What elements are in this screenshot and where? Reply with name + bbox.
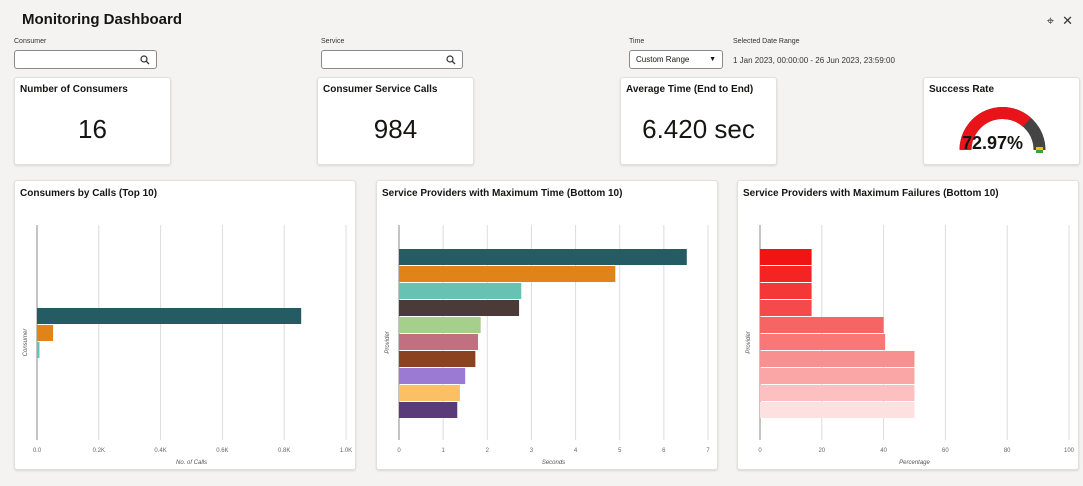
- close-icon[interactable]: ✕: [1062, 13, 1073, 29]
- bar[interactable]: [37, 308, 302, 324]
- bar[interactable]: [37, 342, 40, 358]
- x-tick-label: 2: [486, 448, 490, 454]
- bar[interactable]: [399, 385, 460, 401]
- kpi-card-success-rate: Success Rate 72.97%: [923, 77, 1080, 165]
- bar[interactable]: [37, 325, 54, 341]
- service-search-field[interactable]: [321, 50, 463, 69]
- bar[interactable]: [760, 334, 886, 350]
- bar[interactable]: [399, 317, 481, 333]
- bar[interactable]: [760, 402, 915, 418]
- kpi-card-average-time: Average Time (End to End) 6.420 sec: [620, 77, 777, 165]
- x-tick-label: 0.0: [33, 448, 42, 454]
- chart-card-max-time: Service Providers with Maximum Time (Bot…: [376, 180, 718, 470]
- bar[interactable]: [399, 351, 476, 367]
- x-tick-label: 0: [758, 448, 762, 454]
- bar[interactable]: [760, 385, 915, 401]
- x-tick-label: 7: [706, 448, 710, 454]
- chart-card-consumers-by-calls: Consumers by Calls (Top 10) 0.0 0.2K 0.4K 0…: [14, 180, 356, 470]
- x-tick-label: 1: [441, 448, 445, 454]
- x-tick-label: 0: [397, 448, 401, 454]
- x-tick-label: 1.0K: [340, 448, 352, 454]
- bar[interactable]: [760, 249, 812, 265]
- x-tick-label: 0.8K: [278, 448, 290, 454]
- window-controls: ⌖ ✕: [1047, 13, 1073, 29]
- x-tick-label: 0.6K: [216, 448, 228, 454]
- x-tick-label: 20: [818, 448, 825, 454]
- bar[interactable]: [760, 351, 915, 367]
- bar[interactable]: [399, 300, 520, 316]
- kpi-title: Consumer Service Calls: [323, 84, 438, 95]
- x-axis-label: Percentage: [899, 460, 930, 466]
- service-label: Service: [321, 38, 345, 45]
- chart-card-max-failures: Service Providers with Maximum Failures …: [737, 180, 1079, 470]
- kpi-value: 984: [373, 114, 418, 144]
- bar[interactable]: [760, 300, 812, 316]
- bar[interactable]: [399, 249, 687, 265]
- consumer-search-field[interactable]: [14, 50, 157, 69]
- gauge-yellow-mark: [1036, 147, 1043, 150]
- chart-max-time: 0 1 2 3 4 5 6 7 Seconds Provider: [385, 225, 710, 466]
- kpi-title: Average Time (End to End): [626, 84, 754, 95]
- x-tick-label: 60: [942, 448, 949, 454]
- bar[interactable]: [399, 283, 522, 299]
- search-icon[interactable]: [140, 54, 150, 65]
- caret-down-icon: ▼: [709, 56, 716, 63]
- date-range-value: 1 Jan 2023, 00:00:00 - 26 Jun 2023, 23:5…: [733, 56, 895, 65]
- x-tick-label: 5: [618, 448, 622, 454]
- date-range-label: Selected Date Range: [733, 38, 800, 45]
- bar[interactable]: [760, 283, 812, 299]
- gauge-green-mark: [1036, 150, 1043, 153]
- page-title: Monitoring Dashboard: [22, 11, 182, 28]
- x-tick-label: 80: [1004, 448, 1011, 454]
- kpi-value: 16: [78, 114, 107, 144]
- kpi-card-consumers: Number of Consumers 16: [14, 77, 171, 165]
- y-axis-label: Provider: [385, 330, 391, 353]
- x-tick-label: 4: [574, 448, 578, 454]
- y-axis-label: Consumer: [23, 328, 29, 357]
- x-axis-label: Seconds: [542, 460, 565, 466]
- x-tick-label: 6: [662, 448, 666, 454]
- bar[interactable]: [760, 317, 884, 333]
- kpi-title: Number of Consumers: [20, 84, 128, 95]
- search-icon[interactable]: [446, 54, 456, 65]
- bar[interactable]: [399, 402, 458, 418]
- collapse-icon[interactable]: ⌖: [1047, 13, 1054, 29]
- bar[interactable]: [399, 334, 479, 350]
- x-tick-label: 0.2K: [93, 448, 105, 454]
- chart-consumers-by-calls: 0.0 0.2K 0.4K 0.6K 0.8K 1.0K No. of Calls Consu…: [23, 225, 352, 466]
- gauge-value: 72.97%: [962, 133, 1024, 153]
- x-axis-label: No. of Calls: [176, 460, 207, 466]
- x-tick-label: 40: [880, 448, 887, 454]
- bar[interactable]: [399, 368, 466, 384]
- time-select-value: Custom Range: [636, 55, 690, 64]
- x-tick-label: 0.4K: [154, 448, 166, 454]
- time-label: Time: [629, 38, 645, 45]
- bar[interactable]: [760, 266, 812, 282]
- bar[interactable]: [399, 266, 616, 282]
- kpi-value: 6.420 sec: [642, 114, 755, 144]
- y-axis-label: Provider: [746, 330, 752, 353]
- x-tick-label: 100: [1064, 448, 1075, 454]
- bar[interactable]: [760, 368, 915, 384]
- chart-max-failures: 0 20 40 60 80 100 Percentage Provider: [746, 225, 1075, 466]
- kpi-card-service-calls: Consumer Service Calls 984: [317, 77, 474, 165]
- consumer-label: Consumer: [14, 38, 47, 45]
- x-tick-label: 3: [530, 448, 534, 454]
- time-select[interactable]: Custom Range ▼: [629, 50, 723, 69]
